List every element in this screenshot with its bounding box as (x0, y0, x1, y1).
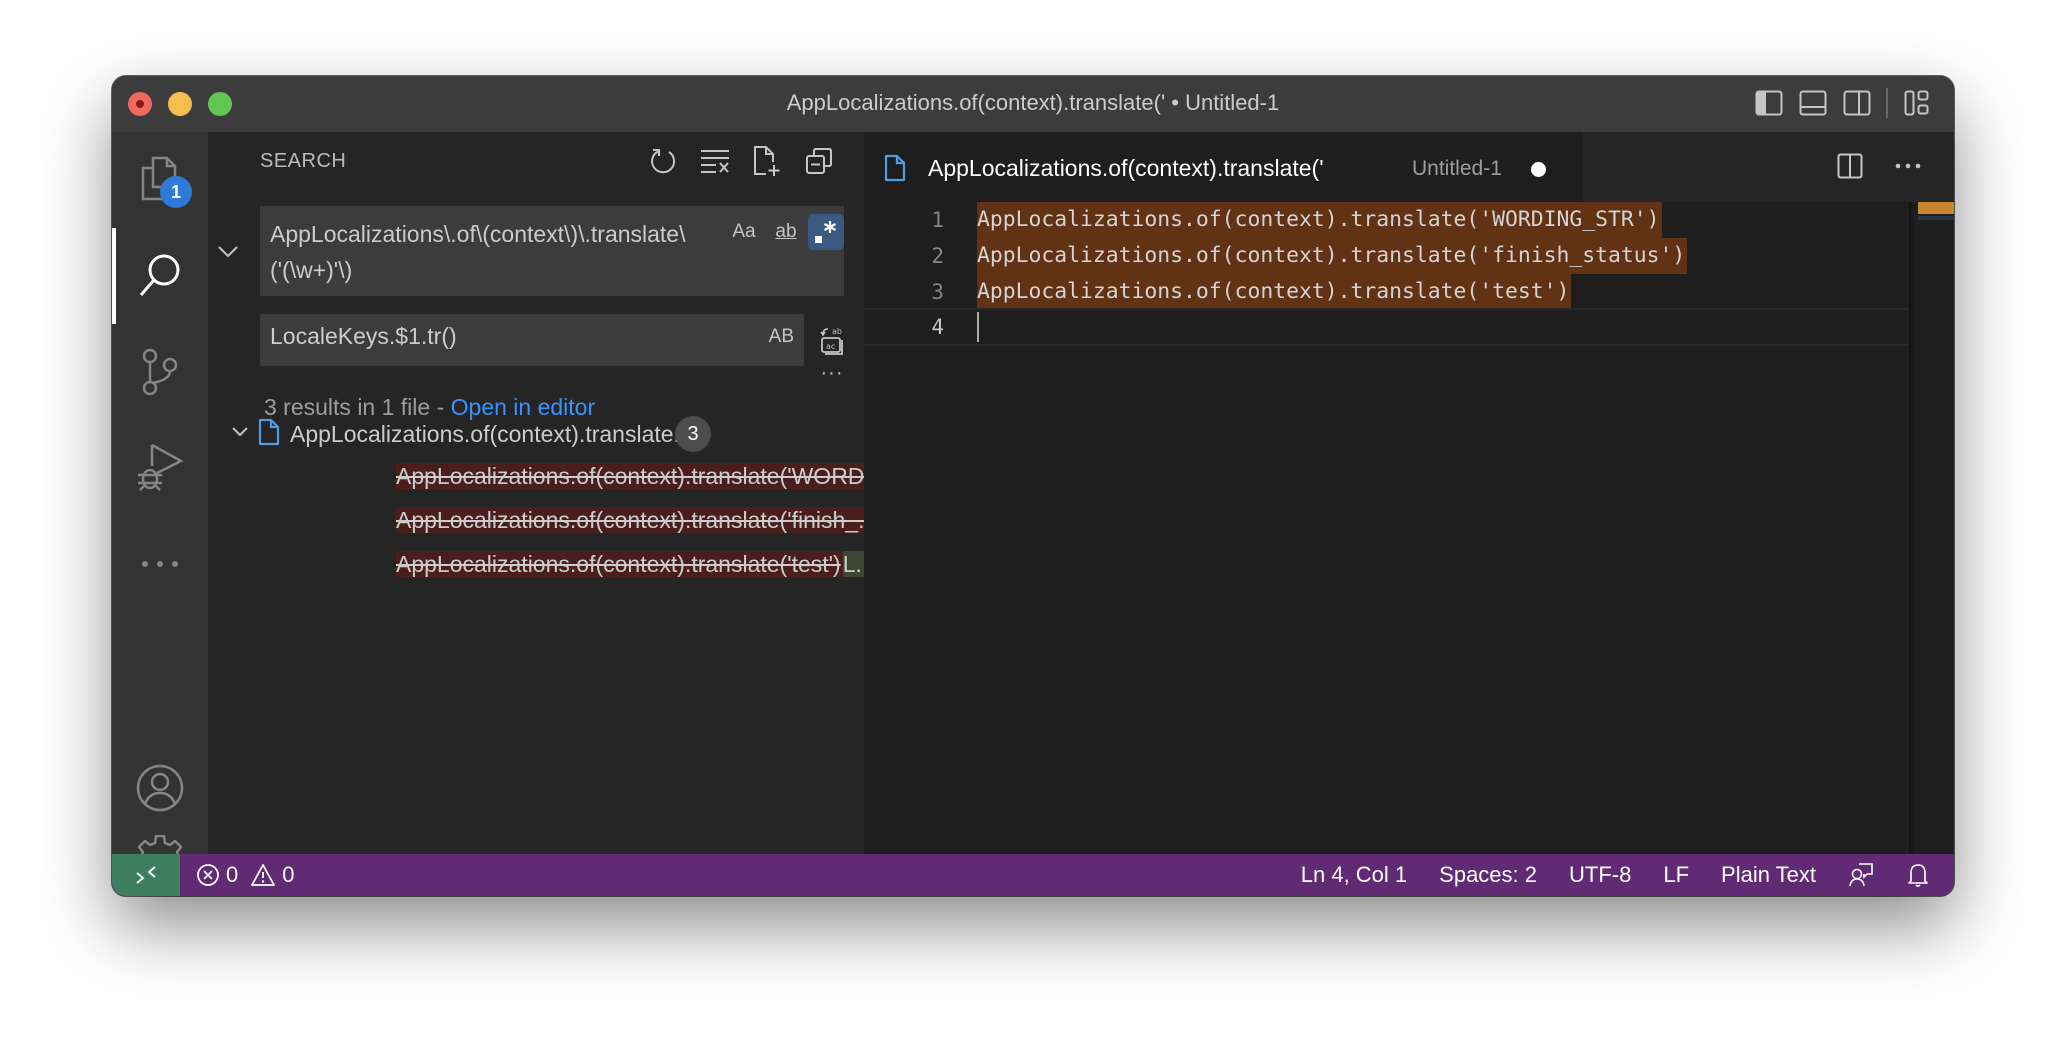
customize-layout-icon[interactable] (1902, 88, 1932, 118)
whole-word-toggle[interactable]: ab (766, 214, 806, 250)
chevron-down-icon[interactable] (230, 422, 250, 447)
result-file-name: AppLocalizations.of(context).translate..… (290, 421, 693, 447)
tab-description: Untitled-1 (1412, 157, 1502, 180)
tab-bar: AppLocalizations.of(context).translate('… (864, 132, 1954, 202)
activity-bar: 1 (112, 132, 208, 884)
search-icon (139, 254, 180, 296)
activity-more[interactable] (112, 516, 208, 612)
search-actions (646, 144, 836, 178)
file-icon (884, 154, 906, 187)
chevron-down-icon (218, 246, 238, 258)
replace-value[interactable]: LocaleKeys.$1.tr() (270, 323, 457, 350)
end-of-line[interactable]: LF (1663, 862, 1689, 888)
line-number: 2 (931, 244, 944, 268)
tab-title: AppLocalizations.of(context).translate(' (928, 155, 1324, 181)
window-title: AppLocalizations.of(context).translate('… (786, 90, 1280, 115)
match-case-toggle[interactable]: Aa (726, 214, 762, 250)
encoding[interactable]: UTF-8 (1569, 862, 1631, 888)
match-removed-text: AppLocalizations.of(context).translate('… (396, 463, 886, 489)
line-text: AppLocalizations.of(context).translate('… (977, 238, 1688, 274)
file-icon (258, 418, 280, 451)
replace-input[interactable]: LocaleKeys.$1.tr() AB (260, 314, 804, 366)
explorer-badge: 1 (160, 176, 192, 208)
svg-text:ab: ab (832, 327, 842, 336)
bell-icon[interactable] (1906, 862, 1930, 888)
search-query[interactable]: AppLocalizations\.of\(context\)\.transla… (270, 216, 710, 288)
toggle-replace-button[interactable] (216, 240, 240, 264)
line-number: 4 (931, 315, 944, 339)
svg-text:ac: ac (826, 342, 835, 351)
activity-explorer[interactable]: 1 (112, 132, 208, 228)
preserve-case-toggle[interactable]: AB (769, 326, 794, 348)
status-bar-right: Ln 4, Col 1 Spaces: 2 UTF-8 LF Plain Tex… (1301, 854, 1930, 896)
editor-actions (1834, 150, 1924, 182)
refresh-icon[interactable] (646, 144, 680, 178)
toggle-secondary-sidebar-icon[interactable] (1842, 88, 1872, 118)
code-line: 1 AppLocalizations.of(context).translate… (864, 202, 1909, 238)
error-count: 0 (226, 862, 239, 887)
warning-icon (251, 864, 276, 886)
feedback-icon[interactable] (1848, 862, 1874, 888)
cursor-position[interactable]: Ln 4, Col 1 (1301, 862, 1407, 888)
replace-all-button[interactable]: ac ab (814, 322, 850, 358)
result-file-row[interactable]: AppLocalizations.of(context).translate..… (208, 412, 864, 456)
search-sidebar: SEARCH AppLocalizations\.of\(context\)\.… (208, 132, 886, 854)
minimap-line (1918, 210, 1954, 214)
error-icon (197, 864, 219, 886)
toggle-panel-icon[interactable] (1798, 88, 1828, 118)
remote-indicator[interactable] (112, 854, 180, 896)
minimap[interactable] (1909, 202, 1954, 854)
match-removed-text: AppLocalizations.of(context).translate('… (396, 551, 843, 577)
editor-group: AppLocalizations.of(context).translate('… (864, 132, 1954, 854)
separator (1886, 88, 1888, 118)
activity-search[interactable] (112, 228, 208, 324)
warning-count: 0 (282, 862, 295, 887)
tab-untitled-1[interactable]: AppLocalizations.of(context).translate('… (864, 132, 1583, 202)
toggle-primary-sidebar-icon[interactable] (1754, 88, 1784, 118)
indentation[interactable]: Spaces: 2 (1439, 862, 1537, 888)
sidebar-title: SEARCH (260, 150, 347, 172)
language-mode[interactable]: Plain Text (1721, 862, 1816, 888)
more-actions-icon[interactable] (1892, 150, 1924, 182)
more-icon (142, 561, 178, 567)
split-editor-icon[interactable] (1834, 150, 1866, 182)
account-icon (136, 764, 184, 812)
activity-source-control[interactable] (112, 324, 208, 420)
regex-toggle[interactable] (808, 214, 844, 250)
unsaved-dot-icon[interactable] (1531, 162, 1546, 177)
vscode-window: AppLocalizations.of(context).translate('… (112, 76, 1954, 896)
toggle-search-details-button[interactable]: ··· (814, 362, 850, 385)
line-text: AppLocalizations.of(context).translate('… (977, 274, 1572, 310)
replace-all-icon: ac ab (820, 327, 843, 355)
minimap-cursor-line (1918, 216, 1954, 220)
debug-icon (138, 443, 184, 491)
code-line: 3 AppLocalizations.of(context).translate… (864, 274, 1909, 310)
clear-results-icon[interactable] (698, 144, 732, 178)
remote-icon (136, 866, 156, 884)
activity-run-debug[interactable] (112, 420, 208, 516)
match-removed-text: AppLocalizations.of(context).translate('… (396, 507, 880, 533)
line-number: 1 (931, 208, 944, 232)
code-area[interactable]: 1 AppLocalizations.of(context).translate… (864, 202, 1909, 854)
layout-controls (1754, 88, 1932, 118)
regex-icon (815, 221, 837, 243)
problems-indicator[interactable]: 0 0 (196, 854, 295, 896)
collapse-all-icon[interactable] (802, 144, 836, 178)
search-input[interactable]: AppLocalizations\.of\(context\)\.transla… (260, 206, 844, 296)
status-bar: 0 0 Ln 4, Col 1 Spaces: 2 UTF-8 LF Plain… (112, 854, 1954, 896)
code-line: 2 AppLocalizations.of(context).translate… (864, 238, 1909, 274)
code-line-current: 4 (864, 308, 1909, 346)
new-search-editor-icon[interactable] (750, 144, 784, 178)
line-number: 3 (931, 280, 944, 304)
text-cursor (977, 312, 979, 342)
source-control-icon (142, 348, 178, 396)
line-text: AppLocalizations.of(context).translate('… (977, 202, 1662, 238)
result-count-badge: 3 (675, 416, 711, 452)
title-bar: AppLocalizations.of(context).translate('… (112, 76, 1954, 132)
